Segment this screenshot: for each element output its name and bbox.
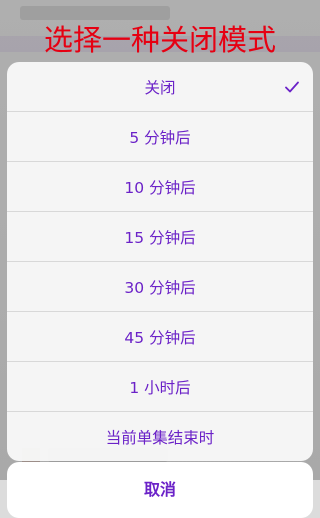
option-label: 10 分钟后	[124, 178, 196, 197]
option-off[interactable]: 关闭	[7, 62, 313, 112]
cancel-button[interactable]: 取消	[7, 462, 313, 518]
checkmark-icon	[285, 81, 299, 92]
option-label: 45 分钟后	[124, 328, 196, 347]
action-sheet: 关闭 5 分钟后 10 分钟后 15 分钟后 30 分钟后 45 分钟后 1 小…	[7, 62, 313, 461]
option-label: 30 分钟后	[124, 278, 196, 297]
option-label: 1 小时后	[129, 378, 191, 397]
option-15-min[interactable]: 15 分钟后	[7, 212, 313, 262]
option-end-of-episode[interactable]: 当前单集结束时	[7, 412, 313, 461]
option-45-min[interactable]: 45 分钟后	[7, 312, 313, 362]
option-5-min[interactable]: 5 分钟后	[7, 112, 313, 162]
option-label: 15 分钟后	[124, 228, 196, 247]
option-label: 当前单集结束时	[105, 428, 215, 447]
option-label: 5 分钟后	[129, 128, 191, 147]
option-10-min[interactable]: 10 分钟后	[7, 162, 313, 212]
instruction-banner: 选择一种关闭模式	[43, 23, 276, 57]
option-30-min[interactable]: 30 分钟后	[7, 262, 313, 312]
option-1-hour[interactable]: 1 小时后	[7, 362, 313, 412]
option-label: 关闭	[144, 78, 176, 97]
